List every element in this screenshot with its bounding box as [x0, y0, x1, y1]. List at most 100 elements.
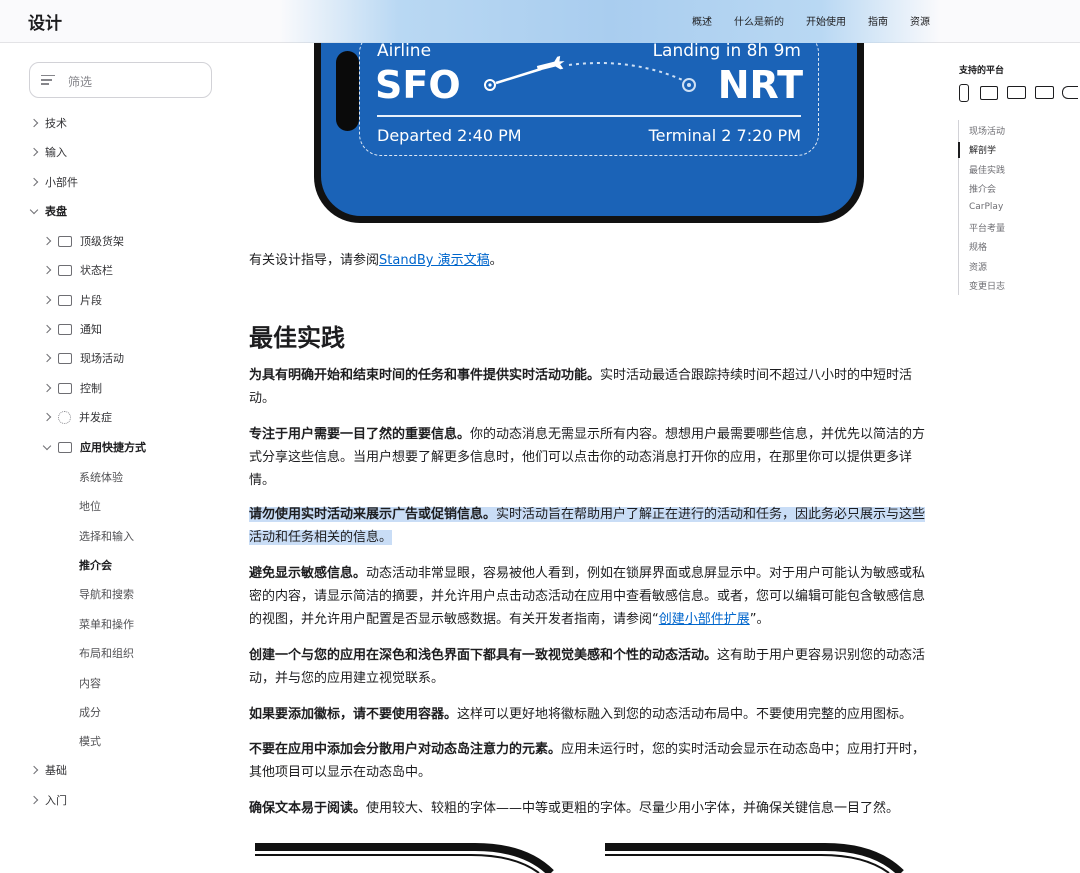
live-activities-icon — [58, 352, 72, 364]
toc-item-carplay[interactable]: CarPlay — [969, 202, 1003, 212]
practice-paragraph-1: 为具有明确开始和结束时间的任务和事件提供实时活动功能。实时活动最适合跟踪持续时间… — [249, 368, 913, 406]
sidebar-leaf-content[interactable]: 内容 — [79, 675, 101, 691]
sidebar-leaf-system-experience[interactable]: 系统体验 — [79, 469, 123, 485]
sidebar-item-top-shelf[interactable]: 顶级货架 — [42, 231, 124, 251]
sidebar-leaf-navigation-search[interactable]: 导航和搜索 — [79, 586, 134, 602]
flight-route-icon — [484, 56, 696, 92]
sidebar-item-widgets[interactable]: 小部件 — [29, 172, 78, 192]
nav-guides[interactable]: 指南 — [868, 13, 888, 28]
phone-screen: Airline Landing in 8h 9m SFO NRT Departe… — [321, 43, 857, 216]
chevron-right-icon — [42, 265, 52, 275]
toc-item-specifications[interactable]: 规格 — [969, 240, 987, 253]
tv-icon — [1035, 86, 1054, 99]
sidebar: 筛选 技术 输入 小部件 表盘 顶级货架 状态栏 片段 通知 现场活动 控制 并… — [0, 43, 232, 873]
nav-overview[interactable]: 概述 — [692, 13, 712, 28]
chevron-right-icon — [42, 236, 52, 246]
filter-placeholder: 筛选 — [68, 75, 93, 89]
chevron-right-icon — [29, 795, 39, 805]
chevron-down-icon — [42, 441, 52, 450]
chevron-right-icon — [42, 295, 52, 305]
sidebar-item-live-activities[interactable]: 现场活动 — [42, 348, 124, 368]
sidebar-item-dashboard[interactable]: 表盘 — [29, 201, 67, 221]
sidebar-leaf-selection-input[interactable]: 选择和输入 — [79, 528, 134, 544]
standby-link[interactable]: StandBy 演示文稿 — [379, 253, 490, 268]
top-shelf-icon — [58, 235, 72, 247]
chevron-right-icon — [29, 118, 39, 128]
practice-paragraph-5: 创建一个与您的应用在深色和浅色界面下都具有一致视觉美感和个性的动态活动。这有助于… — [249, 648, 926, 686]
status-bar-icon — [58, 264, 72, 276]
destination-code: NRT — [717, 63, 803, 107]
terminal-time: Terminal 2 7:20 PM — [648, 126, 801, 145]
intro-paragraph: 有关设计指导，请参阅StandBy 演示文稿。 — [249, 253, 503, 268]
sidebar-item-input[interactable]: 输入 — [29, 142, 67, 162]
nav-whats-new[interactable]: 什么是新的 — [734, 13, 784, 28]
top-nav: 概述 什么是新的 开始使用 指南 资源 — [692, 13, 930, 28]
sidebar-item-complications[interactable]: 并发症 — [42, 407, 112, 427]
sidebar-leaf-menus-actions[interactable]: 菜单和操作 — [79, 616, 134, 632]
notifications-icon — [58, 323, 72, 335]
filter-icon — [41, 75, 55, 85]
mac-icon — [1007, 86, 1026, 99]
nav-resources[interactable]: 资源 — [910, 13, 930, 28]
airline-label: Airline — [377, 43, 432, 61]
top-header: 设计 概述 什么是新的 开始使用 指南 资源 — [0, 0, 1080, 43]
practice-paragraph-7: 不要在应用中添加会分散用户对动态岛注意力的元素。应用未运行时，您的实时活动会显示… — [249, 742, 926, 780]
sidebar-item-foundations[interactable]: 基础 — [29, 760, 67, 780]
sidebar-item-app-shortcuts[interactable]: 应用快捷方式 — [42, 437, 146, 457]
chevron-right-icon — [29, 147, 39, 157]
phone-preview-right — [605, 843, 904, 873]
sidebar-item-getting-started[interactable]: 入门 — [29, 790, 67, 810]
supported-platforms-title: 支持的平台 — [959, 66, 1005, 76]
toc-item-resources[interactable]: 资源 — [969, 260, 987, 273]
site-title[interactable]: 设计 — [28, 9, 62, 34]
dynamic-island — [336, 51, 359, 131]
controls-icon — [58, 382, 72, 394]
toc-item-change-log[interactable]: 变更日志 — [969, 279, 1005, 292]
selected-text-highlight: 请勿使用实时活动来展示广告或促销信息。实时活动旨在帮助用户了解正在进行的活动和任… — [249, 507, 926, 545]
chevron-down-icon — [29, 205, 39, 214]
ipad-icon — [980, 86, 998, 100]
chevron-right-icon — [42, 324, 52, 334]
nav-get-started[interactable]: 开始使用 — [806, 13, 846, 28]
sidebar-leaf-components[interactable]: 成分 — [79, 704, 101, 720]
sidebar-leaf-patterns[interactable]: 模式 — [79, 733, 101, 749]
sidebar-item-controls[interactable]: 控制 — [42, 378, 102, 398]
table-of-contents: 现场活动 解剖学 最佳实践 推介会 CarPlay 平台考量 规格 资源 变更日… — [958, 120, 1080, 295]
app-shortcuts-icon — [58, 441, 72, 453]
carplay-icon — [1062, 86, 1078, 99]
departed-time: Departed 2:40 PM — [377, 126, 522, 145]
practice-paragraph-2: 专注于用户需要一目了然的重要信息。你的动态消息无需显示所有内容。想想用户最需要哪… — [249, 427, 926, 488]
toc-item-live-activities[interactable]: 现场活动 — [969, 124, 1005, 137]
flight-card-divider — [377, 115, 801, 117]
practice-paragraph-8: 确保文本易于阅读。使用较大、较粗的字体——中等或更粗的字体。尽量少用小字体，并确… — [249, 801, 900, 816]
clips-icon — [58, 294, 72, 306]
practice-paragraph-6: 如果要添加徽标，请不要使用容器。这样可以更好地将徽标融入到您的动态活动布局中。不… — [249, 707, 913, 722]
sidebar-leaf-status[interactable]: 地位 — [79, 498, 101, 514]
toc-item-best-practices[interactable]: 最佳实践 — [969, 163, 1005, 176]
sidebar-item-notifications[interactable]: 通知 — [42, 319, 102, 339]
chevron-right-icon — [42, 412, 52, 422]
origin-code: SFO — [375, 63, 461, 107]
chevron-right-icon — [29, 177, 39, 187]
sidebar-leaf-layout[interactable]: 布局和组织 — [79, 645, 134, 661]
chevron-right-icon — [29, 765, 39, 775]
practice-paragraph-4: 避免显示敏感信息。动态活动非常显眼，容易被他人看到，例如在锁屏界面或息屏显示中。… — [249, 566, 926, 627]
chevron-right-icon — [42, 383, 52, 393]
sidebar-item-technology[interactable]: 技术 — [29, 113, 67, 133]
best-practices-heading: 最佳实践 — [249, 324, 345, 352]
practice-paragraph-3: 请勿使用实时活动来展示广告或促销信息。实时活动旨在帮助用户了解正在进行的活动和任… — [249, 503, 929, 549]
toc-active-indicator — [958, 142, 960, 158]
phone-preview-left — [255, 843, 554, 873]
sidebar-item-clips[interactable]: 片段 — [42, 290, 102, 310]
toc-item-anatomy[interactable]: 解剖学 — [969, 143, 996, 156]
sidebar-leaf-presentation[interactable]: 推介会 — [79, 557, 112, 573]
toc-item-presentation[interactable]: 推介会 — [969, 182, 996, 195]
complications-icon — [58, 410, 71, 424]
sidebar-item-status-bar[interactable]: 状态栏 — [42, 260, 113, 280]
toc-item-platform-considerations[interactable]: 平台考量 — [969, 221, 1005, 234]
filter-input[interactable]: 筛选 — [29, 62, 212, 98]
flight-live-activity-illustration: Airline Landing in 8h 9m SFO NRT Departe… — [314, 43, 864, 223]
iphone-icon — [959, 84, 969, 102]
widget-extension-link[interactable]: 创建小部件扩展 — [659, 612, 750, 627]
chevron-right-icon — [42, 353, 52, 363]
